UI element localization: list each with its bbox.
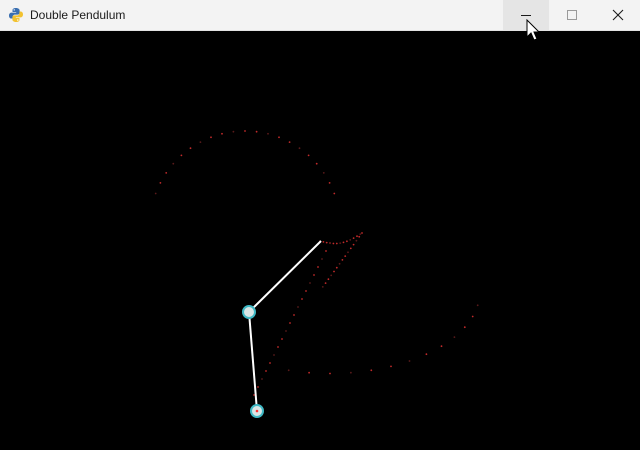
trail-dot xyxy=(309,282,311,284)
trail-dot xyxy=(281,338,283,340)
trail-dot xyxy=(285,330,287,332)
upper-rod xyxy=(248,240,322,313)
lower-rod xyxy=(248,311,258,412)
trail-dot xyxy=(328,182,331,184)
trail-dot xyxy=(332,242,335,245)
trail-dot xyxy=(301,298,303,300)
close-icon xyxy=(612,9,624,21)
trail-dot xyxy=(257,386,259,388)
trail-dot xyxy=(341,259,344,261)
trail-dot xyxy=(232,130,235,133)
trail-dot xyxy=(154,192,157,195)
trail-dot xyxy=(313,274,315,276)
trail-dot xyxy=(338,262,341,265)
trail-dot xyxy=(335,266,338,269)
trail-dot xyxy=(288,141,291,143)
trail-dot xyxy=(358,235,361,238)
maximize-button[interactable] xyxy=(549,0,595,30)
trail-dot xyxy=(324,282,327,284)
trail-dot xyxy=(273,354,275,356)
trail-dot xyxy=(370,369,373,372)
trail-dot xyxy=(349,247,352,250)
trail-path xyxy=(154,130,479,396)
trail-dot xyxy=(180,154,183,157)
trail-dot xyxy=(325,250,327,252)
trail-dot xyxy=(329,372,331,375)
trail-dot xyxy=(408,360,411,362)
trail-dot xyxy=(352,243,355,246)
trail-dot xyxy=(165,172,168,174)
trail-dot xyxy=(330,274,333,277)
python-icon xyxy=(9,8,23,22)
trail-dot xyxy=(352,237,355,240)
trail-dot xyxy=(390,365,392,368)
trail-dot xyxy=(305,290,307,292)
trail-dot xyxy=(321,258,323,260)
trail-dot xyxy=(335,242,338,245)
lower-bob-center xyxy=(255,409,259,413)
trail-dot xyxy=(344,255,347,257)
trail-dot xyxy=(356,235,358,238)
trail-dot xyxy=(349,239,352,241)
trail-dot xyxy=(325,241,328,244)
trail-dot xyxy=(329,242,331,245)
trail-dot xyxy=(463,326,466,329)
trail-dot xyxy=(277,346,279,348)
trail-dot xyxy=(476,304,479,307)
trail-dot xyxy=(361,232,363,234)
trail-dot xyxy=(159,182,162,184)
trail-dot xyxy=(293,314,295,316)
trail-dot xyxy=(425,353,428,356)
trail-dot xyxy=(327,278,330,281)
trail-dot xyxy=(440,345,443,348)
trail-dot xyxy=(269,362,271,364)
trail-dot xyxy=(172,162,175,165)
trail-dot xyxy=(339,242,342,245)
trail-dot xyxy=(261,378,263,380)
trail-dot xyxy=(199,141,202,143)
trail-dot xyxy=(333,270,335,273)
trail-dot xyxy=(471,315,474,318)
trail-dot xyxy=(322,241,325,243)
upper-bob[interactable] xyxy=(242,305,256,319)
trail-dot xyxy=(210,136,212,139)
trail-dot xyxy=(278,136,280,139)
trail-dot xyxy=(307,154,310,157)
minimize-button[interactable] xyxy=(503,0,549,30)
trail-dot xyxy=(297,306,299,308)
trail-dot xyxy=(265,370,267,372)
trail-dot xyxy=(244,130,246,132)
trail-dot xyxy=(322,172,325,174)
trail-dot xyxy=(267,132,269,135)
trail-dot xyxy=(342,241,345,244)
title-bar[interactable]: Double Pendulum xyxy=(0,0,640,31)
trail-dot xyxy=(347,251,349,254)
trail-dot xyxy=(255,130,258,133)
trail-dot xyxy=(355,239,358,242)
trail-dot xyxy=(221,132,223,135)
trail-dot xyxy=(317,266,319,268)
window-title: Double Pendulum xyxy=(30,8,126,22)
trail-dot xyxy=(308,371,310,374)
trail-dot xyxy=(350,371,352,374)
trail-dot xyxy=(333,192,336,195)
trail-dot xyxy=(321,286,324,288)
minimize-icon xyxy=(521,15,531,16)
trail-dot xyxy=(287,369,290,372)
trail-dot xyxy=(359,233,362,236)
trail-dot xyxy=(315,162,318,165)
trail-dot xyxy=(346,240,348,243)
close-button[interactable] xyxy=(595,0,640,30)
trail-dot xyxy=(253,394,255,396)
trail-dot xyxy=(453,336,456,338)
trail-dot xyxy=(298,147,301,150)
simulation-canvas xyxy=(0,31,640,450)
trail-dot xyxy=(189,147,192,150)
trail-dot xyxy=(289,322,291,324)
maximize-icon xyxy=(567,10,577,20)
pendulum-window: Double Pendulum xyxy=(0,0,640,450)
